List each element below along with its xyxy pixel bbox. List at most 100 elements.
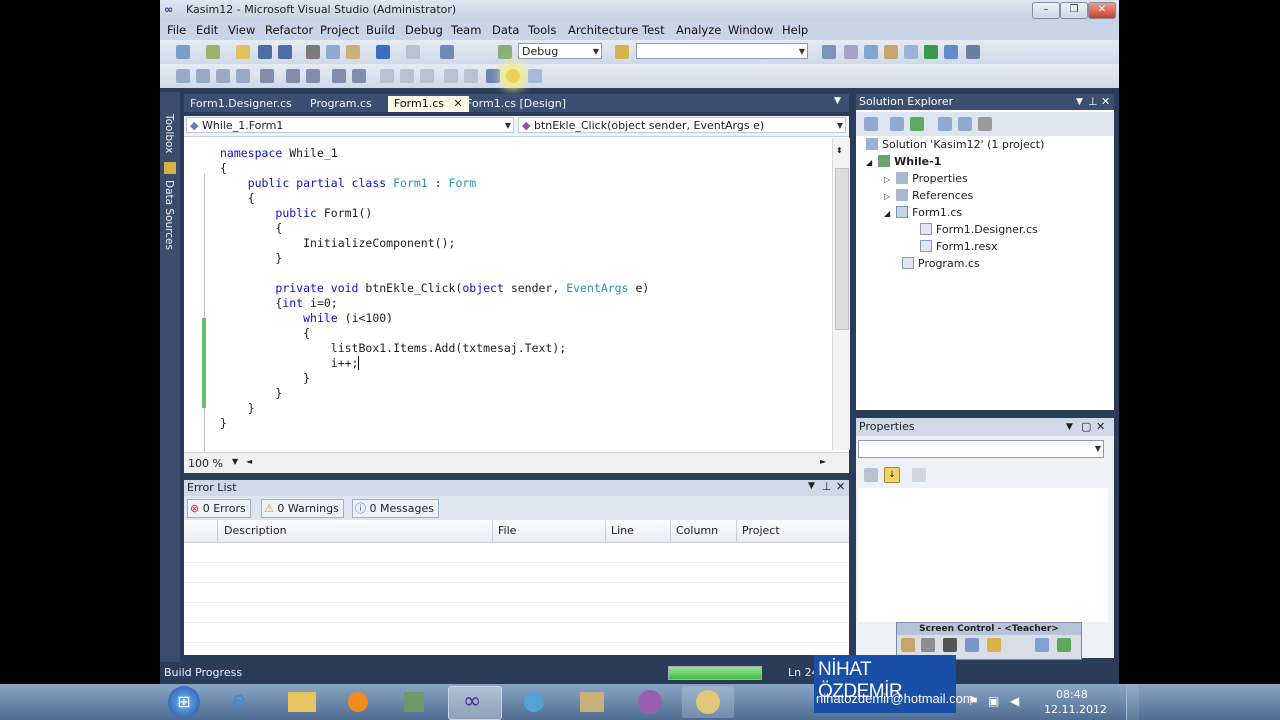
messages-filter-button[interactable]: ⓘ 0 Messages: [352, 499, 439, 518]
tree-item-form1[interactable]: ◢ Form1.cs: [884, 206, 962, 219]
menu-test[interactable]: Test: [642, 23, 665, 37]
vertical-scrollbar[interactable]: ⬍: [832, 138, 850, 450]
toolbox-tab[interactable]: Toolbox: [163, 114, 175, 153]
decrease-indent-icon[interactable]: [286, 69, 300, 83]
code-editor[interactable]: ◆ While_1.Form1 ▼ ◆ btnEkle_Click(object …: [184, 116, 850, 473]
paste-icon[interactable]: [346, 45, 360, 59]
menu-view[interactable]: View: [228, 23, 255, 37]
quick-info-icon[interactable]: [216, 69, 230, 83]
menu-data[interactable]: Data: [492, 23, 519, 37]
scroll-left-icon[interactable]: ◄: [246, 457, 252, 466]
property-pages-icon[interactable]: [912, 468, 926, 482]
column-file[interactable]: File: [498, 524, 516, 537]
menu-help[interactable]: Help: [782, 23, 808, 37]
taskbar-paint[interactable]: [682, 686, 734, 718]
close-button[interactable]: ✕: [1088, 2, 1116, 19]
taskbar-explorer[interactable]: [276, 686, 328, 718]
expanded-arrow-icon[interactable]: ◢: [884, 209, 890, 218]
copy-icon[interactable]: [326, 45, 340, 59]
code-text[interactable]: namespace While_1{ public partial class …: [220, 146, 830, 446]
tree-solution[interactable]: Solution 'Kasim12' (1 project): [866, 138, 1044, 151]
types-dropdown[interactable]: ◆ While_1.Form1 ▼: [186, 117, 514, 133]
taskbar-app2[interactable]: [624, 686, 676, 718]
taskbar-visual-studio[interactable]: ∞: [448, 686, 502, 720]
maximize-button[interactable]: ❐: [1060, 2, 1088, 19]
view-code-icon[interactable]: [938, 117, 952, 131]
redo-icon[interactable]: [406, 45, 420, 59]
tree-item-form1-designer[interactable]: Form1.Designer.cs: [920, 223, 1038, 236]
minimize-button[interactable]: –: [1032, 2, 1060, 19]
close-icon[interactable]: ✕: [1101, 94, 1110, 110]
previous-bookmark-folder-icon[interactable]: [444, 69, 458, 83]
chevron-down-icon[interactable]: ▼: [232, 457, 238, 466]
show-all-files-icon[interactable]: [890, 117, 904, 131]
comment-icon[interactable]: [332, 69, 346, 83]
network-icon[interactable]: ▣: [988, 694, 999, 708]
pencil-icon[interactable]: [987, 638, 1001, 652]
pin-icon[interactable]: ⊥: [822, 480, 832, 493]
command-window-icon[interactable]: [966, 45, 980, 59]
monitor-icon[interactable]: [921, 638, 935, 652]
menu-project[interactable]: Project: [320, 23, 359, 37]
menu-refactor[interactable]: Refactor: [265, 23, 313, 37]
data-sources-tab[interactable]: Data Sources: [163, 180, 175, 250]
categorized-icon[interactable]: [864, 468, 878, 482]
warnings-filter-button[interactable]: ⚠ 0 Warnings: [261, 499, 344, 518]
close-icon[interactable]: ✕: [1096, 418, 1105, 436]
cut-icon[interactable]: [306, 45, 320, 59]
taskbar-messenger[interactable]: [508, 686, 560, 718]
members-dropdown[interactable]: ◆ btnEkle_Click(object sender, EventArgs…: [518, 117, 846, 133]
next-bookmark-icon[interactable]: [420, 69, 434, 83]
find-in-files-icon[interactable]: [615, 45, 629, 59]
next-bookmark-folder-icon[interactable]: [464, 69, 478, 83]
add-item-icon[interactable]: [206, 45, 220, 59]
tab-form1[interactable]: Form1.cs ✕: [388, 96, 469, 112]
undo-icon[interactable]: [376, 45, 390, 59]
find-combo[interactable]: ▼: [636, 43, 808, 59]
clock-date[interactable]: 12.11.2012: [1044, 703, 1107, 716]
zoom-level[interactable]: 100 %: [188, 457, 223, 470]
alphabetical-icon[interactable]: ↓: [884, 467, 900, 483]
find-icon[interactable]: [822, 45, 836, 59]
save-all-icon[interactable]: [278, 45, 292, 59]
tab-program[interactable]: Program.cs: [304, 96, 378, 112]
menu-analyze[interactable]: Analyze: [676, 23, 721, 37]
menu-file[interactable]: File: [167, 23, 186, 37]
menu-debug[interactable]: Debug: [405, 23, 443, 37]
start-page-icon[interactable]: [924, 45, 938, 59]
properties-window-icon[interactable]: [864, 45, 878, 59]
refresh-icon[interactable]: [910, 117, 924, 131]
errors-filter-button[interactable]: ⊗ 0 Errors: [187, 499, 251, 518]
extension-manager-icon[interactable]: [944, 45, 958, 59]
uncomment-icon[interactable]: [352, 69, 366, 83]
split-icon[interactable]: ⬍: [836, 146, 843, 155]
start-button[interactable]: ⊞: [168, 686, 200, 718]
screens-icon[interactable]: [1035, 638, 1049, 652]
chevron-down-icon[interactable]: ▼: [1076, 94, 1083, 110]
tree-item-program[interactable]: Program.cs: [902, 257, 980, 270]
open-file-icon[interactable]: [236, 45, 250, 59]
navigate-backward-icon[interactable]: [440, 45, 454, 59]
toolbox-icon[interactable]: [904, 45, 918, 59]
close-icon[interactable]: ✕: [836, 480, 845, 493]
view-designer-icon[interactable]: [958, 117, 972, 131]
menu-build[interactable]: Build: [366, 23, 395, 37]
microphone-icon[interactable]: [943, 638, 957, 652]
property-grid[interactable]: [858, 488, 1108, 622]
menu-edit[interactable]: Edit: [196, 23, 218, 37]
student-icon[interactable]: [901, 638, 915, 652]
exit-icon[interactable]: [1057, 638, 1071, 652]
taskbar-ie[interactable]: e: [220, 686, 272, 718]
chevron-down-icon[interactable]: ▼: [808, 481, 815, 491]
column-line[interactable]: Line: [611, 524, 634, 537]
taskbar-app[interactable]: [388, 686, 440, 718]
view-class-diagram-icon[interactable]: [978, 117, 992, 131]
tab-form1-design[interactable]: Form1.cs [Design]: [460, 96, 572, 112]
increase-indent-icon[interactable]: [306, 69, 320, 83]
chevron-down-icon[interactable]: ▼: [834, 96, 841, 106]
new-project-icon[interactable]: [176, 45, 190, 59]
object-selector[interactable]: ▼: [858, 440, 1104, 458]
solution-explorer-icon[interactable]: [844, 45, 858, 59]
start-debugging-icon[interactable]: [498, 45, 512, 59]
toolbar-options-icon[interactable]: [528, 69, 542, 83]
